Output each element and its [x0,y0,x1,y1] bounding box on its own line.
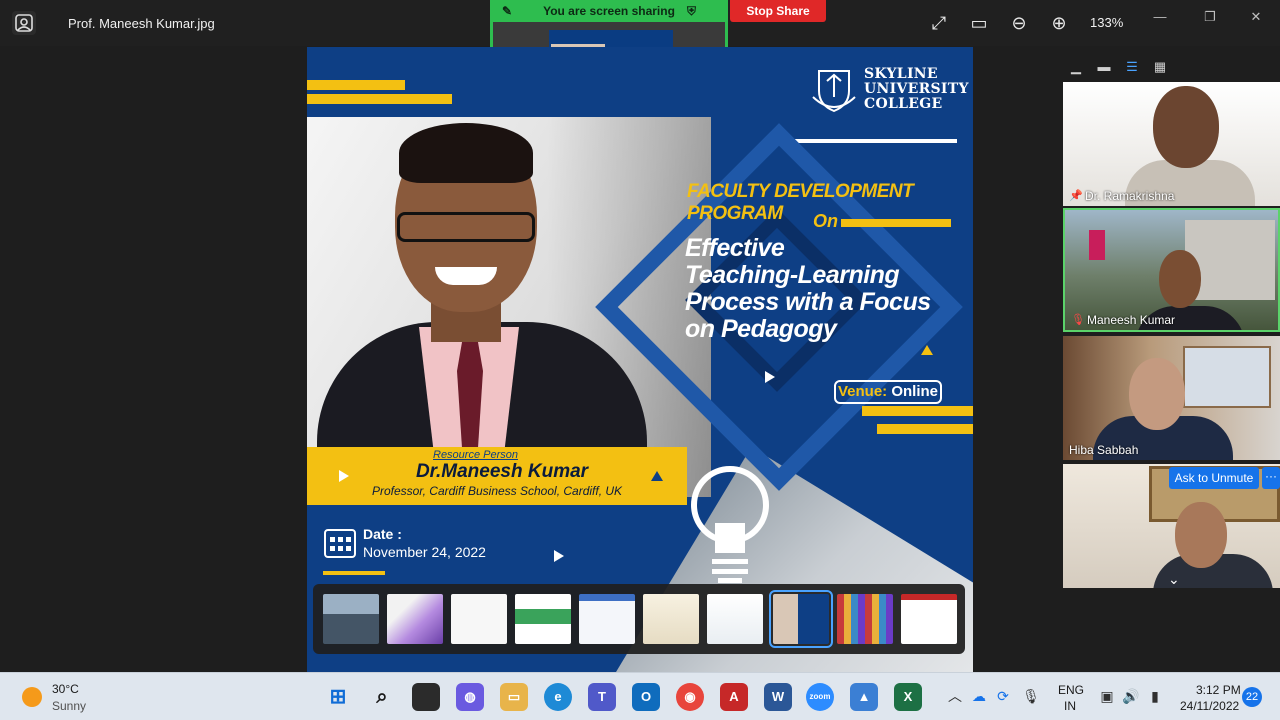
close-button[interactable]: ✕ [1236,6,1276,28]
sync-icon[interactable]: ⟳ [994,687,1012,705]
battery-icon[interactable]: ▮ [1146,687,1164,705]
weather-temperature[interactable]: 30°C [52,682,79,696]
decor-bar [307,94,452,104]
screen-sharing-banner[interactable]: ✎ You are screen sharing ⛨ [490,0,728,22]
zoom-icon[interactable]: zoom [806,683,834,711]
logo-badge [1089,230,1105,260]
fullscreen-icon[interactable]: ⤢ [928,12,950,34]
resource-person-label: Resource Person [433,449,518,461]
university-logo-text: SKYLINE UNIVERSITY COLLEGE [864,66,969,112]
decor-triangle [554,550,564,562]
sun-icon[interactable] [22,687,42,707]
more-options-button[interactable]: ··· [1262,467,1280,489]
speaker-view-icon[interactable]: ☰ [1124,60,1140,74]
filmstrip-thumb[interactable] [643,594,699,644]
filmstrip-thumb[interactable] [579,594,635,644]
window-title: Prof. Maneesh Kumar.jpg [68,16,215,31]
filmstrip-thumb[interactable] [451,594,507,644]
video-tile[interactable]: 📌 Dr. Ramakrishna [1063,82,1280,206]
resource-person-role: Professor, Cardiff Business School, Card… [371,484,623,498]
task-view-icon[interactable] [412,683,440,711]
minimize-panel-icon[interactable]: ▁ [1068,60,1084,74]
decor-triangle [339,470,349,482]
single-view-icon[interactable]: ▬ [1096,60,1112,74]
filmstrip-thumb[interactable] [837,594,893,644]
participant-name: Maneesh Kumar [1087,313,1176,327]
start-icon[interactable]: ⊞ [324,683,352,711]
minimize-button[interactable]: — [1140,6,1180,28]
decor-triangle [921,345,933,355]
photos-icon[interactable]: ▲ [850,683,878,711]
maximize-button[interactable]: ❐ [1190,6,1230,28]
filmstrip-thumb[interactable] [387,594,443,644]
program-title: Effective Teaching-Learning Process with… [685,234,931,343]
weather-condition[interactable]: Sunny [52,699,86,713]
clock-date[interactable]: 24/11/2022 [1180,699,1239,713]
wall-map [1183,346,1271,408]
filmstrip-thumb[interactable] [323,594,379,644]
venue-badge: Venue: Online [834,380,942,404]
onedrive-icon[interactable]: ☁ [970,687,988,705]
decor-bar [307,80,405,90]
acrobat-icon[interactable]: A [720,683,748,711]
resource-person-name: Dr.Maneesh Kumar [415,461,589,482]
divider [782,139,957,143]
photos-app-icon[interactable] [12,11,36,35]
zoom-in-icon[interactable]: ⊕ [1048,12,1070,34]
chevron-up-icon[interactable]: ︿ [946,687,964,705]
filmstrip-thumb[interactable] [515,594,571,644]
filmstrip-thumb[interactable] [707,594,763,644]
shield-icon: ⛨ [686,4,696,18]
chat-icon[interactable]: ◍ [456,683,484,711]
clock-time[interactable]: 3:12 PM [1196,683,1241,697]
zoom-out-icon[interactable]: ⊖ [1008,12,1030,34]
screen-sharing-text: You are screen sharing [543,4,675,18]
microphone-icon[interactable]: 🎙 [1022,687,1040,705]
file-explorer-icon[interactable]: ▭ [500,683,528,711]
date-value: November 24, 2022 [363,544,486,560]
edge-icon[interactable]: e [544,683,572,711]
filmstrip-thumb[interactable] [901,594,957,644]
gallery-view-icon[interactable]: ▦ [1152,60,1168,74]
ask-to-unmute-button[interactable]: Ask to Unmute [1169,467,1259,489]
decor-bar [841,219,951,227]
stop-share-button[interactable]: Stop Share [730,0,826,22]
notification-badge[interactable]: 22 [1242,687,1262,707]
chrome-icon[interactable]: ◉ [676,683,704,711]
participant-name: Dr. Ramakrishna [1085,189,1175,203]
word-icon[interactable]: W [764,683,792,711]
decor-bar [877,424,973,434]
zoom-level[interactable]: 133% [1090,15,1123,30]
chevron-down-icon[interactable]: ⌄ [1168,571,1180,588]
decor-triangle [765,371,775,383]
decor-triangle [651,471,663,481]
mic-off-icon: 🎙 [1071,314,1085,326]
fit-to-window-icon[interactable]: ▭ [968,12,990,34]
lightbulb-icon [691,466,769,583]
decor-bar [862,406,973,416]
share-icon: ✎ [502,4,513,18]
teams-icon[interactable]: T [588,683,616,711]
date-label: Date : [363,526,402,542]
outlook-icon[interactable]: O [632,683,660,711]
filmstrip-thumb-selected[interactable] [769,590,833,648]
video-tile-active-speaker[interactable]: 🎙 Maneesh Kumar [1063,208,1280,332]
participant-name: Hiba Sabbah [1069,443,1139,457]
volume-icon[interactable]: 🔊 [1122,687,1140,705]
university-crest-icon [812,70,856,113]
taskbar: 30°C Sunny ⊞ ⌕ ◍ ▭ e T O ◉ A W zoom ▲ X … [0,672,1280,720]
input-indicator[interactable]: IN [1064,699,1076,713]
search-icon[interactable]: ⌕ [368,683,396,711]
program-on: On [813,211,838,231]
filmstrip [313,584,965,654]
video-tile[interactable]: Hiba Sabbah [1063,336,1280,460]
decor-bar [323,571,385,575]
network-icon[interactable]: ▣ [1098,687,1116,705]
poster-image: SKYLINE UNIVERSITY COLLEGE FACULTY DEVEL… [307,47,973,672]
pin-icon[interactable]: 📌 [1069,189,1083,202]
gallery-view-controls: ▁ ▬ ☰ ▦ [1062,56,1280,80]
calendar-icon [324,529,356,558]
excel-icon[interactable]: X [894,683,922,711]
language-indicator[interactable]: ENG [1058,683,1084,697]
